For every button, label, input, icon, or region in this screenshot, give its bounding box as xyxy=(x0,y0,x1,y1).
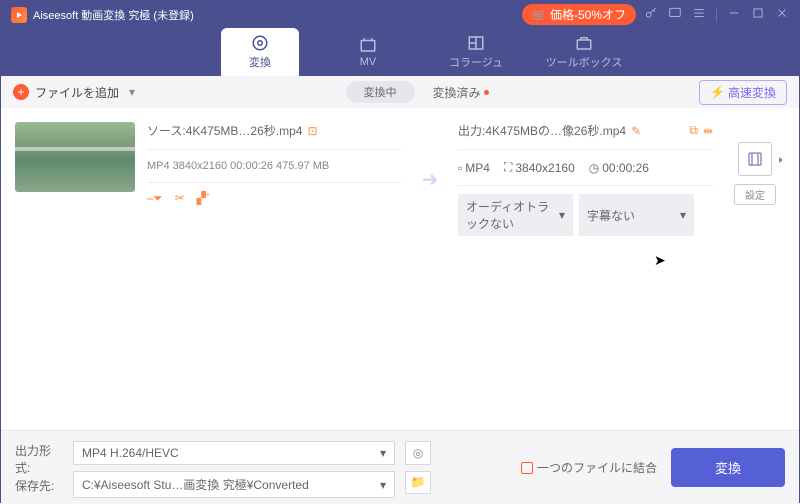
resolution-icon[interactable]: ⧉ xyxy=(689,123,698,138)
add-file-button[interactable]: + ファイルを追加 ▾ xyxy=(13,84,135,101)
source-filename: ソース:4K475MB…26秒.mp4 xyxy=(147,122,302,139)
promo-badge[interactable]: 🛒価格-50%オフ xyxy=(522,4,636,25)
checkbox-icon xyxy=(521,462,533,474)
output-format-button[interactable] xyxy=(738,142,772,176)
open-folder-button[interactable]: 📁 xyxy=(405,471,431,495)
output-format-select[interactable]: MP4 H.264/HEVC▾ xyxy=(73,441,395,465)
menu-icon[interactable] xyxy=(692,6,706,23)
format-settings-button[interactable]: ◎ xyxy=(405,441,431,465)
footer: 出力形式: 保存先: MP4 H.264/HEVC▾ C:¥Aiseesoft … xyxy=(1,430,799,504)
main-tabs: 変換 MV コラージュ ツールボックス xyxy=(1,28,799,76)
app-logo xyxy=(11,7,27,23)
key-icon[interactable] xyxy=(644,6,658,23)
file-item: ソース:4K475MB…26秒.mp4 ⊡ MP4 3840x2160 00:00… xyxy=(1,108,799,250)
close-button[interactable] xyxy=(775,6,789,23)
trim-icon[interactable]: ⎯⏷ xyxy=(147,191,163,206)
fast-convert-button[interactable]: ⚡高速変換 xyxy=(699,80,787,105)
savepath-label: 保存先: xyxy=(15,477,63,494)
plus-icon: + xyxy=(13,84,29,100)
mouse-cursor: ➤ xyxy=(654,252,666,269)
minimize-button[interactable] xyxy=(727,6,741,23)
feedback-icon[interactable] xyxy=(668,6,682,23)
file-list: ソース:4K475MB…26秒.mp4 ⊡ MP4 3840x2160 00:00… xyxy=(1,108,799,430)
merge-checkbox[interactable]: 一つのファイルに結合 xyxy=(521,459,657,476)
save-path-select[interactable]: C:¥Aiseesoft Stu…画変換 究極¥Converted▾ xyxy=(73,471,395,498)
format-label: 出力形式: xyxy=(15,442,63,476)
output-duration: ◷ 00:00:26 xyxy=(589,161,649,175)
compress-icon[interactable]: ⇹ xyxy=(703,124,713,138)
subtitle-select[interactable]: 字幕ない▾ xyxy=(579,194,694,236)
tab-convert[interactable]: 変換 xyxy=(221,28,299,76)
output-filename: 出力:4K475MBの…像26秒.mp4 xyxy=(458,122,626,139)
notification-dot xyxy=(484,90,489,95)
output-format: ▫ MP4 xyxy=(458,161,490,175)
video-thumbnail[interactable] xyxy=(15,122,135,192)
lightning-icon: ⚡ xyxy=(710,85,725,99)
edit-icon[interactable]: ✎ xyxy=(631,124,641,138)
cart-icon: 🛒 xyxy=(532,8,547,22)
sub-toolbar: + ファイルを追加 ▾ 変換中 変換済み ⚡高速変換 xyxy=(1,76,799,108)
info-icon[interactable]: ⊡ xyxy=(307,124,317,138)
arrow-icon: ➜ xyxy=(414,167,446,192)
item-settings-button[interactable]: 設定 xyxy=(734,184,776,205)
enhance-icon[interactable]: ▞+ xyxy=(197,191,210,206)
chevron-down-icon: ▾ xyxy=(680,208,686,222)
titlebar: Aiseesoft 動画変換 究極 (未登録) 🛒価格-50%オフ xyxy=(1,1,799,28)
tab-collage[interactable]: コラージュ xyxy=(437,28,515,76)
tab-in-progress[interactable]: 変換中 xyxy=(346,81,415,103)
chevron-down-icon: ▾ xyxy=(380,446,386,460)
chevron-down-icon: ▾ xyxy=(380,478,386,492)
audio-track-select[interactable]: オーディオトラックない▾ xyxy=(458,194,573,236)
tab-completed[interactable]: 変換済み xyxy=(433,84,489,101)
source-column: ソース:4K475MB…26秒.mp4 ⊡ MP4 3840x2160 00:00… xyxy=(147,122,402,206)
convert-button[interactable]: 変換 xyxy=(671,448,785,487)
maximize-button[interactable] xyxy=(751,6,765,23)
app-title: Aiseesoft 動画変換 究極 (未登録) xyxy=(33,7,522,23)
tab-toolbox[interactable]: ツールボックス xyxy=(545,28,623,76)
cut-icon[interactable]: ✂ xyxy=(175,191,185,206)
source-metadata: MP4 3840x2160 00:00:26 475.97 MB xyxy=(147,149,402,183)
output-column: 出力:4K475MBの…像26秒.mp4 ✎ ⧉ ⇹ ▫ MP4 ⛶ 3840x216… xyxy=(458,122,713,236)
tab-mv[interactable]: MV xyxy=(329,28,407,76)
chevron-down-icon: ▾ xyxy=(559,208,565,222)
output-resolution: ⛶ 3840x2160 xyxy=(504,160,575,175)
